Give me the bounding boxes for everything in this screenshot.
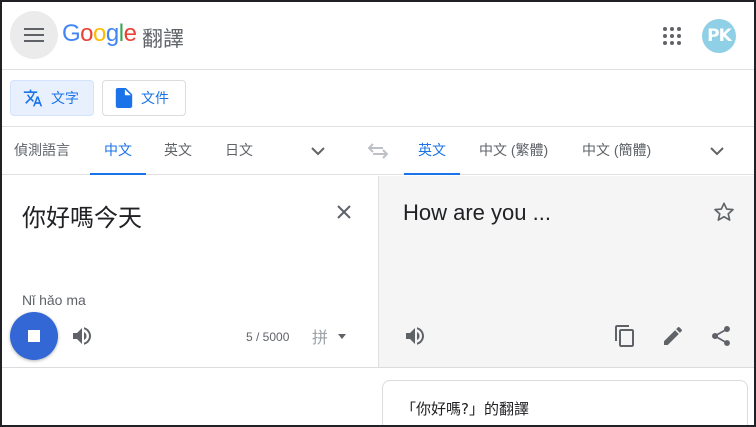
chevron-down-icon — [710, 146, 724, 155]
text-mode-label: 文字 — [51, 90, 79, 106]
source-lang-english[interactable]: 英文 — [164, 127, 192, 175]
stop-icon — [28, 330, 40, 342]
logo-letter-3: g — [105, 20, 119, 47]
suggest-edit-button[interactable] — [661, 324, 685, 348]
character-count: 5 / 5000 — [246, 330, 290, 344]
source-lang-chinese[interactable]: 中文 — [90, 127, 146, 175]
google-logo[interactable]: G o o g l e — [62, 20, 137, 48]
text-mode-button[interactable]: 文字 — [10, 80, 94, 116]
target-panel: How are you ... — [378, 176, 754, 368]
translate-icon — [23, 89, 43, 107]
translation-output: How are you ... — [403, 200, 551, 225]
clear-source-button[interactable] — [332, 200, 356, 224]
documents-mode-button[interactable]: 文件 — [102, 80, 186, 116]
translations-card: 「你好嗎?」的翻譯 — [382, 380, 748, 425]
close-icon — [337, 205, 351, 219]
copy-icon — [615, 325, 634, 347]
source-text-input[interactable]: 你好嗎今天 — [22, 198, 142, 233]
target-lang-english[interactable]: 英文 — [404, 127, 460, 175]
star-icon — [714, 202, 734, 221]
save-translation-button[interactable] — [713, 201, 737, 225]
target-lang-dropdown[interactable] — [705, 139, 729, 163]
copy-translation-button[interactable] — [613, 324, 637, 348]
apps-grid-icon — [663, 27, 681, 45]
document-icon — [115, 88, 133, 108]
logo-letter-0: G — [62, 20, 81, 47]
pencil-icon — [664, 326, 683, 345]
source-lang-detect[interactable]: 偵測語言 — [14, 127, 70, 175]
hamburger-icon — [24, 28, 44, 42]
app-window: G o o g l e 翻譯 PK 文字 文件 偵測語言 中文 英文 日文 英文… — [0, 0, 756, 427]
source-transliteration: Nǐ hǎo ma — [22, 292, 86, 308]
share-icon — [712, 326, 730, 346]
logo-letter-1: o — [80, 20, 94, 47]
speaker-icon — [73, 327, 91, 345]
speaker-icon — [406, 327, 424, 345]
listen-source-button[interactable] — [70, 324, 94, 348]
logo-letter-2: o — [93, 20, 106, 47]
translations-card-title: 「你好嗎?」的翻譯 — [401, 400, 529, 418]
mode-bar: 文字 文件 — [2, 71, 754, 127]
source-lang-dropdown[interactable] — [306, 139, 330, 163]
swap-languages-button[interactable] — [366, 139, 390, 163]
main-menu-button[interactable] — [10, 11, 58, 59]
target-lang-chinese-simplified[interactable]: 中文 (簡體) — [582, 127, 651, 175]
source-lang-japanese[interactable]: 日文 — [225, 127, 253, 175]
product-name: 翻譯 — [142, 28, 184, 51]
chevron-down-icon — [311, 146, 325, 155]
source-panel: 你好嗎今天 Nǐ hǎo ma 5 / 5000 拼 — [2, 176, 378, 368]
stop-voice-input-button[interactable] — [10, 312, 58, 360]
documents-mode-label: 文件 — [141, 90, 169, 106]
caret-down-icon — [338, 333, 347, 339]
listen-translation-button[interactable] — [403, 324, 427, 348]
google-apps-button[interactable] — [654, 18, 690, 54]
share-translation-button[interactable] — [709, 324, 733, 348]
swap-arrows-icon — [368, 143, 388, 159]
ime-label: 拼 — [312, 330, 329, 347]
logo-letter-5: e — [123, 20, 137, 47]
input-tools-button[interactable]: 拼 — [312, 324, 347, 348]
account-avatar[interactable]: PK — [702, 19, 736, 53]
app-header: G o o g l e 翻譯 PK — [2, 2, 754, 70]
language-bar: 偵測語言 中文 英文 日文 英文 中文 (繁體) 中文 (簡體) — [2, 127, 754, 175]
target-lang-chinese-traditional[interactable]: 中文 (繁體) — [479, 127, 548, 175]
